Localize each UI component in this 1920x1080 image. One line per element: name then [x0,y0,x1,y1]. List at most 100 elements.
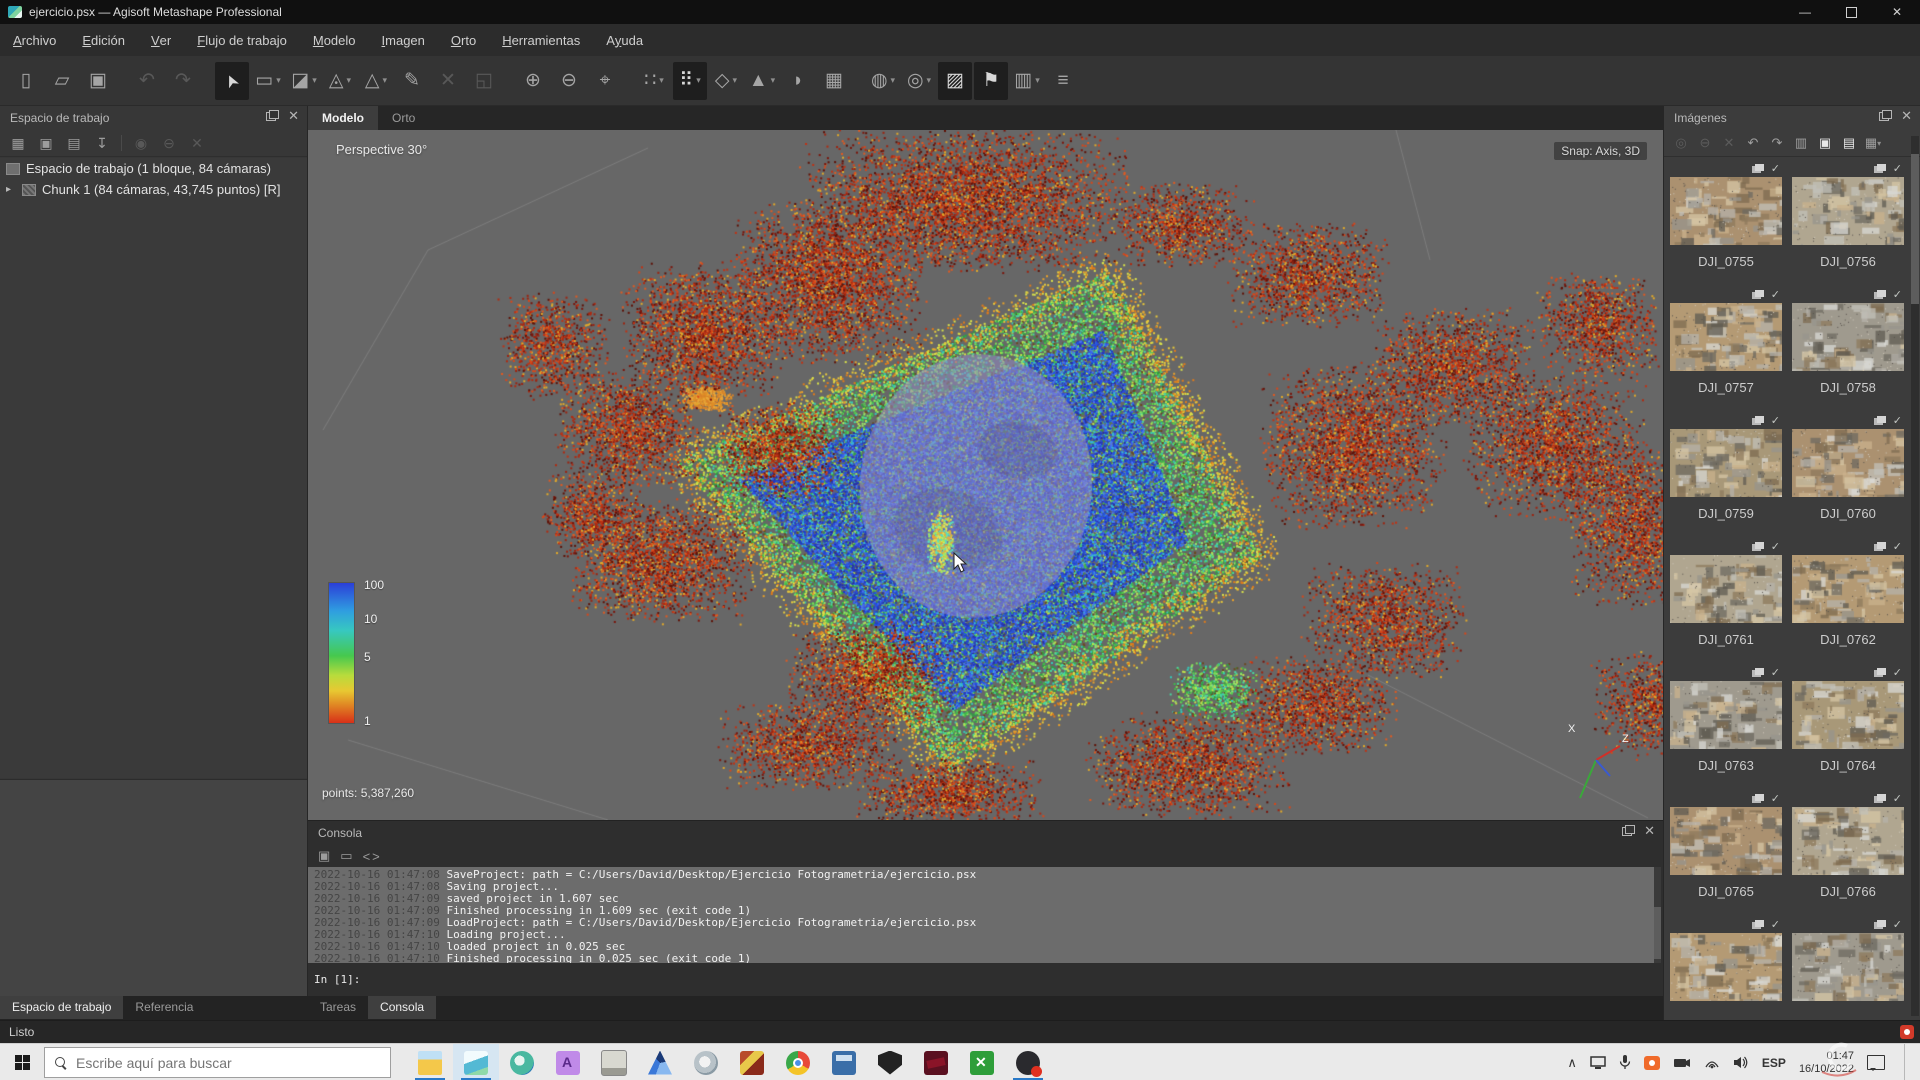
aerial-photo-thumbnail[interactable] [1670,177,1782,245]
legacy-pc-taskbar-icon[interactable] [591,1044,637,1080]
close-panel-icon[interactable]: ✕ [1901,110,1912,121]
images-scrollbar[interactable] [1911,136,1919,1016]
calculator-taskbar-icon[interactable] [821,1044,867,1080]
security-taskbar-icon[interactable] [867,1044,913,1080]
float-panel-icon[interactable] [1622,825,1635,836]
close-panel-icon[interactable]: ✕ [288,110,299,121]
notifications-icon[interactable] [1867,1055,1885,1070]
float-panel-icon[interactable] [1879,110,1892,121]
browser-taskbar-icon[interactable] [499,1044,545,1080]
dropdown-caret-icon[interactable]: ▾ [276,75,281,86]
tiled-model-button[interactable]: ▲ ▾ [745,62,779,100]
zoom-out-button[interactable]: ⊖ ▾ [552,62,586,100]
console-scrollbar[interactable] [1654,867,1661,963]
aerial-photo-thumbnail[interactable] [1670,933,1782,1001]
tab-tareas[interactable]: Tareas [308,996,368,1019]
photo-selection-button[interactable]: ◪ ▾ [287,62,321,100]
aerial-photo-thumbnail[interactable] [1792,303,1904,371]
tab-espacio-de-trabajo[interactable]: Espacio de trabajo [0,996,123,1019]
import-icon[interactable]: ↧ [90,132,114,154]
add-photos-icon[interactable]: ▣ [34,132,58,154]
record-icon[interactable] [1644,1056,1660,1070]
rotate-right-icon[interactable]: ↷ [1766,133,1788,153]
image-thumbnail-cell[interactable]: ✓ DJI_0764 [1790,666,1906,788]
camera-button[interactable]: ◎ ▾ [902,62,936,100]
dropdown-caret-icon[interactable]: ▾ [771,75,776,86]
display-icon[interactable] [1590,1056,1606,1070]
earth-taskbar-icon[interactable] [683,1044,729,1080]
sketchup-taskbar-icon[interactable] [729,1044,775,1080]
search-input[interactable] [74,1054,348,1072]
tree-item-workspace[interactable]: Espacio de trabajo (1 bloque, 84 cámaras… [0,158,307,179]
image-thumbnail-cell[interactable]: ✓ DJI_0757 [1668,288,1784,410]
tab-orto[interactable]: Orto [378,106,429,130]
aerial-photo-thumbnail[interactable] [1670,807,1782,875]
premiere-taskbar-icon[interactable] [913,1044,959,1080]
explorer-taskbar-icon[interactable] [407,1044,453,1080]
rectangle-selection-button[interactable]: ▭ ▾ [251,62,285,100]
open-button[interactable]: ▱ ▾ [45,62,79,100]
image-thumbnail-cell[interactable]: ✓ DJI_0761 [1668,540,1784,662]
photos-button[interactable]: ▦ ▾ [817,62,851,100]
aerial-photo-thumbnail[interactable] [1670,303,1782,371]
mesh-button[interactable]: ◇ ▾ [709,62,743,100]
save-log-icon[interactable]: ▣ [318,848,330,864]
tab-modelo[interactable]: Modelo [308,106,378,130]
aerial-photo-thumbnail[interactable] [1792,681,1904,749]
menu-item[interactable]: Imagen [369,24,438,56]
microphone-icon[interactable] [1619,1055,1631,1070]
menu-item[interactable]: Ayuda [593,24,656,56]
aerial-photo-thumbnail[interactable] [1792,555,1904,623]
ortho-globe-button[interactable]: ◍ ▾ [866,62,900,100]
dropdown-caret-icon[interactable]: ▾ [927,75,932,86]
dropdown-caret-icon[interactable]: ▾ [891,75,896,86]
aerial-photo-thumbnail[interactable] [1792,807,1904,875]
tree-item-chunk[interactable]: ▸ Chunk 1 (84 cámaras, 43,745 puntos) [R… [0,179,307,200]
menu-item[interactable]: Orto [438,24,489,56]
taskbar-search[interactable] [44,1047,391,1078]
add-chunk-icon[interactable]: ▦ [6,132,30,154]
menu-item[interactable]: Edición [69,24,138,56]
redo-button[interactable]: ↷ ▾ [166,62,200,100]
resize-region-button[interactable]: ◱ ▾ [467,62,501,100]
menu-item[interactable]: Modelo [300,24,369,56]
drive-taskbar-icon[interactable] [637,1044,683,1080]
dropdown-caret-icon[interactable]: ▾ [659,75,664,86]
image-thumbnail-cell[interactable]: ✓ DJI_0763 [1668,666,1784,788]
menu-item[interactable]: Archivo [0,24,69,56]
image-thumbnail-cell[interactable]: ✓ DJI_0755 [1668,162,1784,284]
image-thumbnail-cell[interactable]: ✓ DJI_0765 [1668,792,1784,914]
point-cloud-canvas[interactable] [308,130,1663,820]
select-button[interactable]: ➤ ▾ [215,62,249,100]
show-desktop-strip[interactable] [1904,1044,1910,1080]
console-log[interactable]: 2022-10-16 01:47:08 SaveProject: path = … [308,867,1655,963]
point-cloud-button[interactable]: ∷ ▾ [637,62,671,100]
markers-button[interactable]: ⚑ ▾ [974,62,1008,100]
clear-log-icon[interactable]: ▭ [340,848,352,864]
add-folder-icon[interactable]: ▤ [62,132,86,154]
tab-consola[interactable]: Consola [368,996,436,1019]
volume-icon[interactable] [1733,1056,1749,1069]
camera-icon[interactable] [1673,1057,1691,1069]
float-panel-icon[interactable] [266,110,279,121]
tab-referencia[interactable]: Referencia [123,996,205,1019]
image-thumbnail-cell[interactable]: ✓ DJI_0756 [1790,162,1906,284]
aerial-photo-thumbnail[interactable] [1670,681,1782,749]
aerial-photo-thumbnail[interactable] [1670,429,1782,497]
close-button[interactable]: ✕ [1874,0,1920,24]
aerial-photo-thumbnail[interactable] [1792,933,1904,1001]
measure-button[interactable]: △ ▾ [359,62,393,100]
image-thumbnail-cell[interactable]: ✓ DJI_0759 [1668,414,1784,536]
image-thumbnail-cell[interactable]: ✓ DJI_0766 [1790,792,1906,914]
save-button[interactable]: ▣ ▾ [81,62,115,100]
dropdown-caret-icon[interactable]: ▾ [733,75,738,86]
language-indicator[interactable]: ESP [1762,1056,1786,1070]
dropdown-caret-icon[interactable]: ▾ [696,75,701,86]
xbox-taskbar-icon[interactable] [959,1044,1005,1080]
expander-icon[interactable]: ▸ [6,184,16,195]
texture-button[interactable]: ◗ ▾ [781,62,815,100]
hidden-icons-chevron[interactable]: ∧ [1567,1055,1577,1071]
dropdown-caret-icon[interactable]: ▾ [383,75,388,86]
undo-button[interactable]: ↶ ▾ [130,62,164,100]
minimize-button[interactable]: — [1782,0,1828,24]
